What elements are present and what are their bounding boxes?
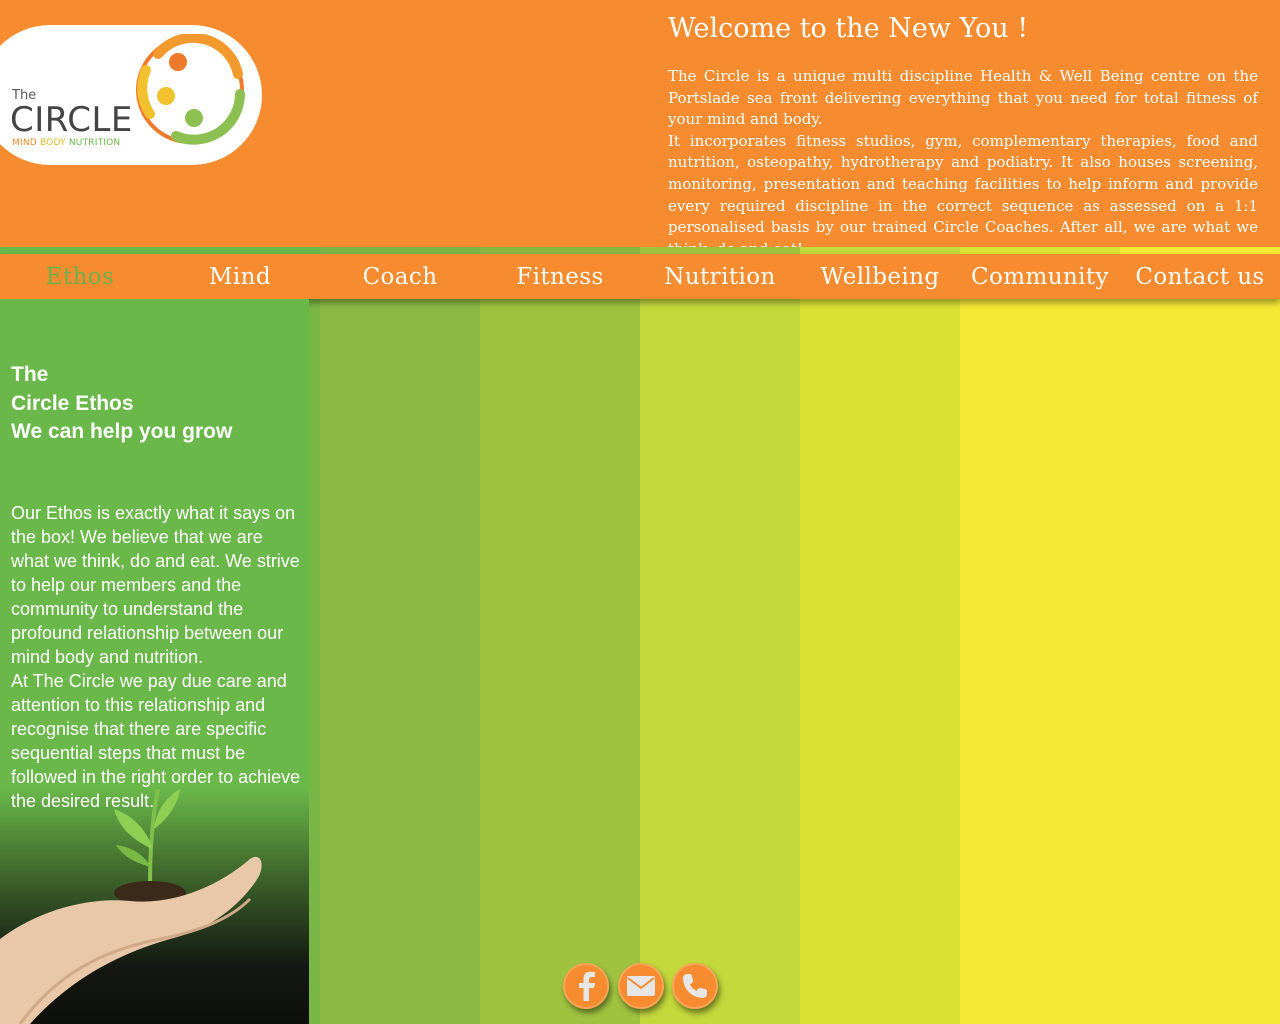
ethos-body: Our Ethos is exactly what it says on the… [11, 501, 301, 813]
ethos-heading-line-3: We can help you grow [11, 420, 233, 443]
welcome-section: Welcome to the New You ! The Circle is a… [668, 12, 1258, 260]
site-header: The CIRCLE MIND BODY NUTRITION Welcome t… [0, 0, 1280, 258]
nav-item-mind[interactable]: Mind [160, 254, 320, 299]
logo-tagline-nutrition: NUTRITION [68, 138, 121, 148]
facebook-icon [579, 971, 595, 1001]
logo-tagline: MIND BODY NUTRITION [12, 138, 120, 148]
main-nav: Ethos Mind Coach Fitness Nutrition Wellb… [0, 254, 1280, 299]
nav-item-coach[interactable]: Coach [320, 254, 480, 299]
phone-button[interactable] [672, 963, 718, 1009]
nav-accent-segment [640, 247, 800, 254]
email-icon [627, 976, 655, 996]
nav-item-community[interactable]: Community [960, 254, 1120, 299]
ethos-panel: The Circle Ethos We can help you grow Ou… [0, 299, 309, 1024]
ethos-paragraph-1: Our Ethos is exactly what it says on the… [11, 503, 300, 667]
phone-icon [683, 974, 707, 998]
nav-accent-segment [320, 247, 480, 254]
nav-item-wellbeing[interactable]: Wellbeing [800, 254, 960, 299]
facebook-button[interactable] [563, 963, 609, 1009]
nav-item-nutrition[interactable]: Nutrition [640, 254, 800, 299]
logo-tagline-mind: MIND [12, 138, 37, 148]
nav-accent-segment [0, 247, 160, 254]
seedling-illustration [0, 789, 262, 1024]
circle-logo-icon [136, 34, 245, 145]
hands-with-seedling-image [0, 789, 309, 1024]
ethos-heading-line-2: Circle Ethos [11, 391, 134, 415]
logo-text-name: CIRCLE [10, 100, 133, 140]
ethos-paragraph-2: At The Circle we pay due care and attent… [11, 671, 301, 811]
nav-item-fitness[interactable]: Fitness [480, 254, 640, 299]
logo-tagline-body: BODY [39, 138, 66, 148]
welcome-paragraph-1: The Circle is a unique multi discipline … [668, 67, 1258, 129]
nav-item-contact-us[interactable]: Contact us [1120, 254, 1280, 299]
email-button[interactable] [618, 963, 664, 1009]
nav-accent-segment [1120, 247, 1280, 254]
nav-item-ethos[interactable]: Ethos [0, 254, 160, 299]
welcome-paragraph-2: It incorporates fitness studios, gym, co… [668, 131, 1258, 258]
welcome-title: Welcome to the New You ! [668, 13, 1029, 44]
nav-accent-segment [800, 247, 960, 254]
ethos-heading: The Circle Ethos We can help you grow [11, 361, 232, 447]
nav-accent-strip [0, 247, 1280, 254]
nav-accent-segment [960, 247, 1120, 254]
nav-accent-segment [480, 247, 640, 254]
nav-accent-segment [160, 247, 320, 254]
ethos-heading-line-1: The [11, 363, 49, 386]
